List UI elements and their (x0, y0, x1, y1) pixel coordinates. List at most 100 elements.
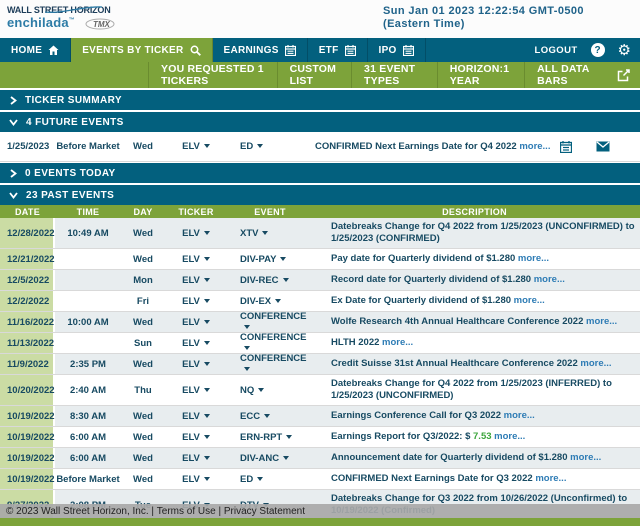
ticker-dropdown[interactable]: ELV (165, 432, 227, 443)
tab-home[interactable]: HOME (0, 38, 72, 62)
event-dropdown[interactable]: ED (227, 141, 313, 152)
more-link[interactable]: more... (492, 431, 525, 442)
horizon-button[interactable]: HORIZON:1 YEAR (436, 62, 524, 88)
cell-time: Before Market (56, 141, 120, 152)
ticker-dropdown[interactable]: ELV (165, 228, 227, 239)
logout-button[interactable]: LOGOUT (535, 45, 578, 56)
ticker-dropdown[interactable]: ELV (165, 254, 227, 265)
add-to-calendar-icon[interactable] (560, 140, 572, 153)
event-dropdown[interactable]: ERN-RPT (227, 432, 313, 443)
cell-date: 10/19/2022 (0, 469, 55, 489)
cell-day: Wed (133, 227, 153, 239)
ticker-dropdown[interactable]: ELV (165, 275, 227, 286)
chevron-down-icon (203, 387, 210, 392)
more-link[interactable]: more... (570, 452, 601, 463)
tab-etf[interactable]: ETF (308, 38, 368, 62)
cell-date: 10/19/2022 (0, 427, 55, 447)
custom-list-button[interactable]: CUSTOM LIST (276, 62, 351, 88)
event-dropdown[interactable]: ED (227, 474, 313, 485)
event-dropdown[interactable]: CONFERENCE (227, 332, 313, 354)
email-alert-icon[interactable] (596, 141, 610, 152)
chevron-down-icon (203, 256, 210, 261)
more-link[interactable]: more... (382, 337, 413, 348)
chevron-down-icon (203, 319, 210, 324)
chevron-down-icon (257, 476, 264, 481)
copyright-text: © 2023 Wall Street Horizon, Inc. (6, 505, 152, 517)
ticker-dropdown[interactable]: ELV (165, 474, 227, 485)
more-link[interactable]: more... (514, 295, 545, 306)
help-icon[interactable]: ? (590, 43, 605, 57)
event-dropdown[interactable]: DIV-EX (227, 296, 313, 307)
more-link[interactable]: more... (519, 141, 550, 152)
cell-date: 1/25/2023 (7, 141, 50, 152)
ticker-dropdown[interactable]: ELV (165, 411, 227, 422)
cell-day: Wed (133, 253, 153, 265)
data-bars-button[interactable]: ALL DATA BARS (524, 62, 607, 88)
more-link[interactable]: more... (504, 410, 535, 421)
export-button[interactable] (607, 62, 640, 88)
chevron-right-icon (10, 168, 17, 178)
ticker-dropdown[interactable]: ELV (165, 141, 227, 152)
table-row: 12/2/2022 Fri ELV DIV-EX Ex Date for Quarter… (0, 291, 640, 312)
more-link[interactable]: more... (535, 473, 566, 484)
main-nav: HOME EVENTS BY TICKER EARNINGS ETF IPO L… (0, 38, 640, 62)
cell-time: 2:35 PM (70, 358, 106, 370)
tab-earnings[interactable]: EARNINGS (213, 38, 308, 62)
table-row: 10/20/2022 2:40 AM Thu ELV NQ Datebreaks Chan… (0, 375, 640, 406)
terms-of-use-link[interactable]: Terms of Use (157, 506, 219, 517)
event-dropdown[interactable]: ECC (227, 411, 313, 422)
event-dropdown[interactable]: CONFERENCE (227, 353, 313, 375)
chevron-down-icon (203, 230, 210, 235)
cell-day: Wed (133, 358, 153, 370)
event-dropdown[interactable]: DIV-REC (227, 275, 313, 286)
cell-day: Wed (133, 431, 153, 443)
enchilada-logo: enchilada™ (7, 15, 75, 30)
ticker-dropdown[interactable]: ELV (165, 453, 227, 464)
more-link[interactable]: more... (518, 253, 549, 264)
chevron-down-icon (9, 119, 18, 126)
more-link[interactable]: more... (534, 274, 565, 285)
home-icon (48, 45, 59, 55)
chevron-down-icon (9, 192, 18, 199)
section-future-events[interactable]: 4 FUTURE EVENTS (0, 112, 640, 132)
eps-value: 7.53 (473, 431, 492, 442)
tab-ipo-label: IPO (378, 44, 397, 56)
chevron-down-icon (262, 230, 269, 235)
event-dropdown[interactable]: DIV-ANC (227, 453, 313, 464)
chevron-down-icon (203, 361, 210, 366)
ticker-dropdown[interactable]: ELV (165, 317, 227, 328)
table-row: 10/19/2022 6:00 AM Wed ELV ERN-RPT Earnings R… (0, 427, 640, 448)
requested-tickers-button[interactable]: YOU REQUESTED 1 TICKERS (148, 62, 277, 88)
section-events-today[interactable]: 0 EVENTS TODAY (0, 163, 640, 183)
tab-ipo[interactable]: IPO (368, 38, 426, 62)
section-past-events[interactable]: 23 PAST EVENTS (0, 185, 640, 205)
table-row: 10/19/2022 Before Market Wed ELV ED CONFIRMED… (0, 469, 640, 490)
more-link[interactable]: more... (586, 316, 617, 327)
event-dropdown[interactable]: XTV (227, 228, 313, 239)
table-row: 10/19/2022 6:00 AM Wed ELV DIV-ANC Announceme… (0, 448, 640, 469)
cell-time: 2:40 AM (69, 384, 107, 396)
event-types-button[interactable]: 31 EVENT TYPES (351, 62, 437, 88)
ticker-dropdown[interactable]: ELV (165, 338, 227, 349)
past-events-rows: 12/28/2022 10:49 AM Wed ELV XTV Datebreaks Ch… (0, 218, 640, 521)
event-dropdown[interactable]: NQ (227, 385, 313, 396)
column-header-day: DAY (133, 206, 153, 217)
chevron-down-icon (203, 144, 210, 148)
event-dropdown[interactable]: CONFERENCE (227, 311, 313, 333)
cell-time: 6:00 AM (69, 431, 107, 443)
event-dropdown[interactable]: DIV-PAY (227, 254, 313, 265)
cell-day: Wed (133, 316, 153, 328)
ticker-dropdown[interactable]: ELV (165, 385, 227, 396)
row-action-icons (560, 140, 640, 153)
more-link[interactable]: more... (580, 358, 611, 369)
calendar-icon (402, 44, 414, 56)
top-header: WALL STREET HORIZON enchilada™ TMX Sun J… (0, 0, 640, 38)
privacy-statement-link[interactable]: Privacy Statement (224, 506, 305, 517)
ticker-dropdown[interactable]: ELV (165, 359, 227, 370)
chevron-down-icon (203, 277, 210, 282)
gear-icon[interactable]: ⚙ (618, 42, 631, 58)
tab-events-by-ticker[interactable]: EVENTS BY TICKER (71, 38, 213, 62)
cell-time: 8:30 AM (69, 410, 107, 422)
ticker-dropdown[interactable]: ELV (165, 296, 227, 307)
section-ticker-summary[interactable]: TICKER SUMMARY (0, 90, 640, 110)
